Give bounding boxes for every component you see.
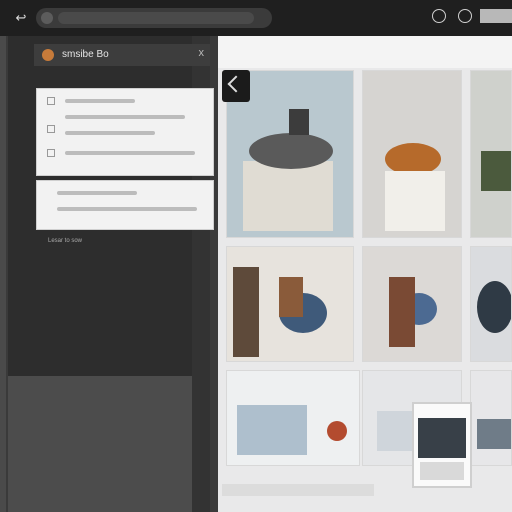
thumbnail-image xyxy=(471,371,511,465)
thumbnail-image xyxy=(418,418,466,480)
panel-header: smsibe Bo x xyxy=(34,44,210,66)
card-line xyxy=(65,151,195,155)
toolbar-button[interactable] xyxy=(480,9,512,23)
gallery-strip xyxy=(222,484,374,496)
expand-icon[interactable] xyxy=(222,70,250,102)
checkbox[interactable] xyxy=(47,97,55,105)
checkbox[interactable] xyxy=(47,149,55,157)
floating-thumbnail[interactable] xyxy=(412,402,472,488)
card-line xyxy=(65,115,185,119)
thumbnail-image xyxy=(227,371,359,465)
caption-text: Lesar to sow xyxy=(48,238,83,244)
panel-title: smsibe Bo xyxy=(62,49,109,60)
gallery-header xyxy=(218,36,512,68)
list-card[interactable] xyxy=(36,88,214,176)
gallery-thumbnail[interactable] xyxy=(470,246,512,362)
card-line xyxy=(57,207,197,211)
gallery-thumbnail[interactable] xyxy=(226,370,360,466)
thumbnail-image xyxy=(471,247,511,361)
list-card[interactable] xyxy=(36,180,214,230)
thumbnail-image xyxy=(227,247,353,361)
top-toolbar: ↩ xyxy=(0,0,512,36)
settings-icon[interactable] xyxy=(458,9,472,23)
card-line xyxy=(57,191,137,195)
gallery-thumbnail[interactable] xyxy=(226,246,354,362)
app-logo-icon xyxy=(42,49,54,61)
search-input[interactable] xyxy=(58,12,254,24)
panel-edge xyxy=(0,36,6,512)
gallery-thumbnail[interactable] xyxy=(362,246,462,362)
panel-footer xyxy=(8,376,192,512)
gallery-thumbnail[interactable] xyxy=(470,370,512,466)
close-icon[interactable]: x xyxy=(199,47,205,59)
search-icon xyxy=(41,12,53,24)
gallery-thumbnail[interactable] xyxy=(470,70,512,238)
checkbox[interactable] xyxy=(47,125,55,133)
circle-icon[interactable] xyxy=(432,9,446,23)
search-bar[interactable] xyxy=(36,8,272,28)
back-arrow-icon[interactable]: ↩ xyxy=(12,9,30,27)
gallery-thumbnail[interactable] xyxy=(362,70,462,238)
arrow-icon xyxy=(227,75,245,93)
card-line xyxy=(65,131,155,135)
thumbnail-image xyxy=(471,71,511,237)
card-line xyxy=(65,99,135,103)
thumbnail-image xyxy=(363,71,461,237)
thumbnail-image xyxy=(363,247,461,361)
